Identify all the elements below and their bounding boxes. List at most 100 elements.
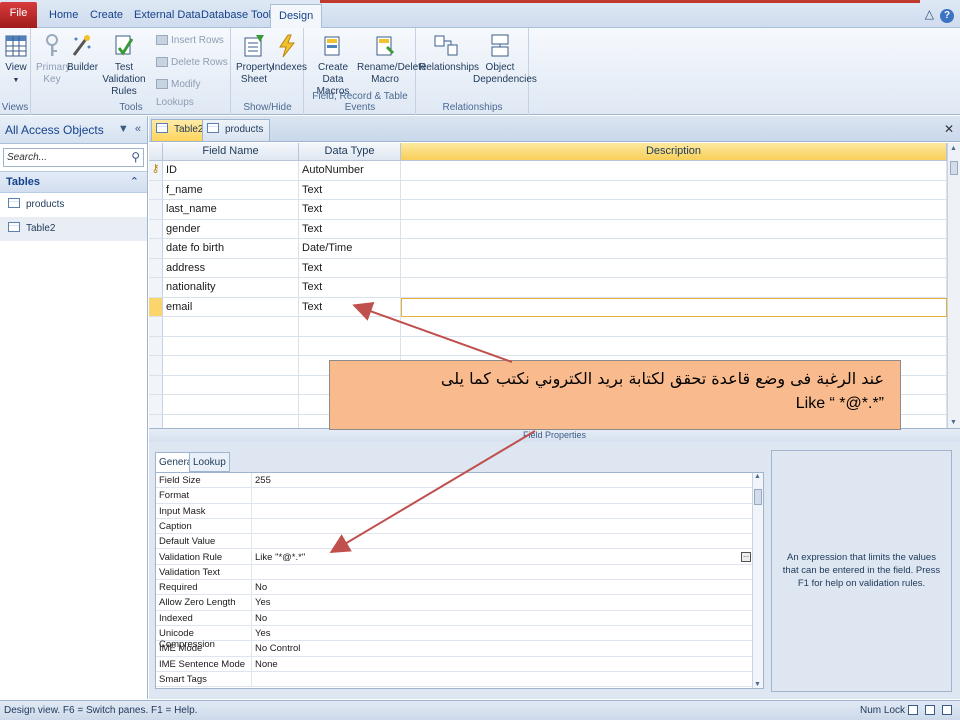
description-cell[interactable] bbox=[401, 200, 947, 220]
property-value-input[interactable] bbox=[252, 488, 753, 502]
property-value-input[interactable] bbox=[252, 534, 753, 548]
row-selector[interactable] bbox=[149, 258, 163, 278]
property-row[interactable]: IME Sentence Mode None bbox=[156, 656, 753, 672]
property-value-input[interactable] bbox=[252, 672, 753, 686]
property-value-input[interactable]: No bbox=[252, 580, 753, 594]
property-row[interactable]: Default Value bbox=[156, 534, 753, 550]
field-name-cell[interactable]: ID bbox=[163, 161, 299, 181]
property-value-input[interactable] bbox=[252, 504, 753, 518]
grid-scrollbar[interactable]: ▲ ▼ bbox=[947, 143, 960, 428]
property-value-input[interactable]: No Control bbox=[252, 641, 753, 655]
delete-rows-button[interactable]: Delete Rows bbox=[156, 54, 228, 72]
field-name-cell[interactable] bbox=[163, 395, 299, 415]
builder-button[interactable]: Builder bbox=[67, 33, 98, 74]
description-cell[interactable] bbox=[401, 258, 947, 278]
minimize-ribbon-icon[interactable]: △ bbox=[925, 7, 934, 21]
primary-key-button[interactable]: Primary Key bbox=[36, 33, 70, 86]
property-value-input[interactable]: Yes bbox=[252, 595, 753, 609]
scroll-thumb[interactable] bbox=[754, 489, 762, 505]
primary-key-indicator-icon[interactable]: ⚷ bbox=[149, 161, 163, 181]
help-icon[interactable]: ? bbox=[940, 9, 954, 23]
field-name-cell[interactable]: gender bbox=[163, 219, 299, 239]
table-row[interactable] bbox=[149, 317, 947, 337]
property-value-input[interactable] bbox=[252, 565, 753, 579]
nav-section-tables[interactable]: Tables ⌃ bbox=[0, 171, 147, 193]
close-document-icon[interactable]: ✕ bbox=[944, 122, 954, 136]
tab-home[interactable]: Home bbox=[41, 4, 86, 28]
field-name-cell[interactable]: address bbox=[163, 258, 299, 278]
expression-builder-button[interactable]: ... bbox=[741, 551, 751, 562]
data-type-cell[interactable] bbox=[299, 317, 401, 337]
table-row[interactable]: date fo birth Date/Time bbox=[149, 239, 947, 259]
table-row[interactable]: nationality Text bbox=[149, 278, 947, 298]
tab-file[interactable]: File bbox=[0, 2, 37, 28]
property-value-input[interactable] bbox=[252, 519, 753, 533]
create-data-macros-button[interactable]: Create Data Macros bbox=[308, 33, 358, 98]
row-selector[interactable] bbox=[149, 239, 163, 259]
table-row[interactable] bbox=[149, 336, 947, 356]
field-name-cell[interactable] bbox=[163, 336, 299, 356]
insert-rows-button[interactable]: Insert Rows bbox=[156, 32, 224, 50]
property-scrollbar[interactable]: ▲ ▼ bbox=[752, 473, 763, 688]
description-cell[interactable] bbox=[401, 297, 947, 317]
search-icon[interactable]: ⚲ bbox=[131, 150, 140, 164]
property-row[interactable]: Caption bbox=[156, 518, 753, 535]
data-type-cell[interactable]: Text bbox=[299, 278, 401, 298]
field-name-cell[interactable] bbox=[163, 356, 299, 376]
row-selector[interactable] bbox=[149, 356, 163, 376]
row-selector[interactable] bbox=[149, 180, 163, 200]
field-name-cell[interactable]: last_name bbox=[163, 200, 299, 220]
table-row[interactable]: ⚷ ID AutoNumber bbox=[149, 161, 947, 181]
property-row[interactable]: Smart Tags bbox=[156, 671, 753, 688]
row-selector[interactable] bbox=[149, 219, 163, 239]
table-row[interactable]: address Text bbox=[149, 258, 947, 278]
description-cell[interactable] bbox=[401, 239, 947, 259]
field-name-cell[interactable] bbox=[163, 375, 299, 395]
property-row[interactable]: Indexed No bbox=[156, 610, 753, 626]
shutter-bar-close-icon[interactable]: « bbox=[135, 123, 141, 135]
property-sheet-button[interactable]: Property Sheet bbox=[236, 33, 274, 86]
row-selector[interactable] bbox=[149, 297, 163, 317]
row-selector[interactable] bbox=[149, 336, 163, 356]
field-name-cell[interactable]: nationality bbox=[163, 278, 299, 298]
property-value-input[interactable]: Like "*@*.*" bbox=[252, 550, 753, 564]
property-row[interactable]: Validation Text bbox=[156, 564, 753, 581]
property-row[interactable]: Field Size 255 bbox=[156, 473, 753, 489]
property-row[interactable]: Format bbox=[156, 488, 753, 504]
tab-lookup[interactable]: Lookup bbox=[189, 452, 230, 472]
scroll-down-icon[interactable]: ▼ bbox=[950, 419, 957, 426]
data-type-cell[interactable] bbox=[299, 336, 401, 356]
doc-tab-products[interactable]: products bbox=[202, 119, 271, 141]
table-row[interactable]: email Text bbox=[149, 297, 947, 317]
data-type-cell[interactable]: Text bbox=[299, 200, 401, 220]
row-selector[interactable] bbox=[149, 200, 163, 220]
nav-item-products[interactable]: products bbox=[0, 193, 147, 217]
property-row[interactable]: Validation Rule Like "*@*.*"... bbox=[156, 549, 753, 565]
table-row[interactable]: f_name Text bbox=[149, 180, 947, 200]
view-button[interactable]: View ▼ bbox=[3, 33, 29, 87]
row-selector[interactable] bbox=[149, 414, 163, 428]
property-value-input[interactable]: None bbox=[252, 657, 753, 671]
data-type-cell[interactable]: Text bbox=[299, 258, 401, 278]
property-row[interactable]: Allow Zero Length Yes bbox=[156, 595, 753, 611]
tab-create[interactable]: Create bbox=[82, 4, 131, 28]
indexes-button[interactable]: Indexes bbox=[272, 33, 307, 74]
field-name-cell[interactable] bbox=[163, 317, 299, 337]
object-dependencies-button[interactable]: Object Dependencies bbox=[473, 33, 537, 86]
datasheet-view-small-icon[interactable] bbox=[908, 705, 918, 715]
description-cell[interactable] bbox=[401, 336, 947, 356]
description-cell[interactable] bbox=[401, 278, 947, 298]
rename-delete-macro-button[interactable]: Rename/Delete Macro bbox=[357, 33, 426, 86]
collapse-chevron-icon[interactable]: ⌃ bbox=[130, 175, 139, 188]
row-selector[interactable] bbox=[149, 375, 163, 395]
row-selector[interactable] bbox=[149, 395, 163, 415]
property-value-input[interactable]: Yes bbox=[252, 626, 753, 640]
nav-menu-chevron-icon[interactable]: ▼ bbox=[118, 123, 129, 135]
property-value-input[interactable]: No bbox=[252, 611, 753, 625]
test-validation-rules-button[interactable]: Test Validation Rules bbox=[95, 33, 153, 98]
field-name-cell[interactable] bbox=[163, 414, 299, 428]
scroll-down-icon[interactable]: ▼ bbox=[754, 681, 761, 688]
relationships-button[interactable]: Relationships bbox=[419, 33, 479, 74]
nav-item-table2[interactable]: Table2 bbox=[0, 217, 147, 241]
nav-pane-header[interactable]: All Access Objects ▼ « bbox=[0, 116, 147, 144]
